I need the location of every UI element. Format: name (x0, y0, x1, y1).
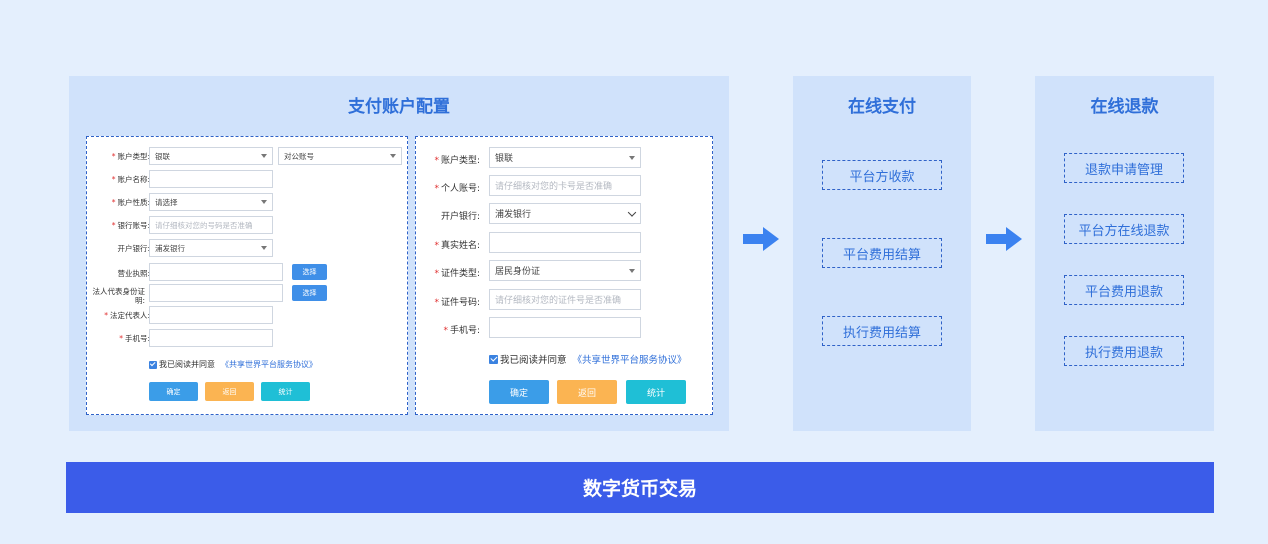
chevron-down-icon (627, 207, 637, 217)
open-bank-label: 开户银行: (117, 244, 150, 253)
account-name-label: * 账户名称: (111, 175, 150, 184)
id-type-select[interactable]: 居民身份证 (489, 260, 641, 281)
exec-fee-refund-option[interactable]: 执行费用退款 (1064, 336, 1184, 366)
platform-online-refund-option[interactable]: 平台方在线退款 (1064, 214, 1184, 244)
arrow-right-icon (743, 227, 779, 251)
phone-label: * 手机号: (443, 326, 480, 336)
caret-down-icon (261, 154, 267, 158)
bank-account-input[interactable]: 请仔细核对您的号码是否准确 (149, 216, 273, 234)
agreement-row: 我已阅读并同意 《共享世界平台服务协议》 (149, 359, 317, 370)
account-name-input[interactable] (149, 170, 273, 188)
caret-down-icon (261, 200, 267, 204)
real-name-input[interactable] (489, 232, 641, 253)
stats-button[interactable]: 统计 (626, 380, 686, 404)
business-license-input[interactable] (149, 263, 283, 281)
agreement-text: 我已阅读并同意 (500, 355, 567, 366)
phone-label: * 手机号: (119, 334, 150, 343)
arrow-right-icon (986, 227, 1022, 251)
legal-id-proof-input[interactable] (149, 284, 283, 302)
online-refund-panel: 在线退款 退款申请管理 平台方在线退款 平台费用退款 执行费用退款 (1035, 76, 1214, 431)
platform-collect-option[interactable]: 平台方收款 (822, 160, 942, 190)
agree-checkbox[interactable] (149, 360, 157, 369)
id-number-input[interactable]: 请仔细核对您的证件号是否准确 (489, 289, 641, 310)
agreement-link[interactable]: 《共享世界平台服务协议》 (573, 352, 687, 366)
account-type-select[interactable]: 银联 (489, 147, 641, 168)
real-name-label: * 真实姓名: (434, 241, 480, 251)
caret-down-icon (390, 154, 396, 158)
agreement-link[interactable]: 《共享世界平台服务协议》 (221, 359, 317, 370)
agreement-text: 我已阅读并同意 (159, 360, 215, 369)
caret-down-icon (261, 246, 267, 250)
legal-rep-input[interactable] (149, 306, 273, 324)
account-config-panel: 支付账户配置 * 账户类型: 银联 对公账号 * 账户名称: * 账户性质: 请选择 (69, 76, 729, 431)
platform-fee-settle-option[interactable]: 平台费用结算 (822, 238, 942, 268)
form-small: * 账户类型: 银联 对公账号 * 账户名称: * 账户性质: 请选择 * 银行账号: … (86, 136, 408, 415)
refund-apply-manage-option[interactable]: 退款申请管理 (1064, 153, 1184, 183)
business-license-label: 营业执照: (117, 269, 150, 278)
stats-button[interactable]: 统计 (261, 382, 310, 401)
business-license-pick-button[interactable]: 选择 (292, 264, 327, 280)
platform-fee-refund-option[interactable]: 平台费用退款 (1064, 275, 1184, 305)
account-nature-label: * 账户性质: (111, 198, 150, 207)
id-number-label: * 证件号码: (434, 298, 480, 308)
bar-label: 数字货币交易 (582, 478, 697, 500)
agree-checkbox[interactable] (489, 354, 498, 364)
open-bank-select[interactable]: 浦发银行 (489, 203, 641, 224)
digital-currency-bar: 数字货币交易 (66, 462, 1214, 513)
panel-title: 在线支付 (848, 97, 916, 117)
account-type-select[interactable]: 银联 (149, 147, 273, 165)
account-kind-select[interactable]: 对公账号 (278, 147, 402, 165)
panel-title: 支付账户配置 (348, 97, 450, 117)
id-type-label: * 证件类型: (434, 269, 480, 279)
personal-account-label: * 个人账号: (434, 184, 480, 194)
back-button[interactable]: 返回 (205, 382, 254, 401)
form-large: * 账户类型: 银联 * 个人账号: 请仔细核对您的卡号是否准确 开户银行: 浦发银… (415, 136, 713, 415)
confirm-button[interactable]: 确定 (489, 380, 549, 404)
exec-fee-settle-option[interactable]: 执行费用结算 (822, 316, 942, 346)
agreement-row: 我已阅读并同意 《共享世界平台服务协议》 (489, 352, 687, 366)
phone-input[interactable] (489, 317, 641, 338)
legal-id-proof-label: 法人代表身份证明: (92, 287, 146, 305)
account-nature-select[interactable]: 请选择 (149, 193, 273, 211)
back-button[interactable]: 返回 (557, 380, 617, 404)
phone-input[interactable] (149, 329, 273, 347)
legal-id-proof-pick-button[interactable]: 选择 (292, 285, 327, 301)
caret-down-icon (629, 155, 635, 160)
bank-account-label: * 银行账号: (111, 221, 150, 230)
online-pay-panel: 在线支付 平台方收款 平台费用结算 执行费用结算 (793, 76, 971, 431)
open-bank-label: 开户银行: (440, 212, 480, 222)
account-type-label: * 账户类型: (434, 156, 480, 166)
account-type-label: * 账户类型: (111, 152, 150, 161)
personal-account-input[interactable]: 请仔细核对您的卡号是否准确 (489, 175, 641, 196)
caret-down-icon (629, 268, 635, 273)
legal-rep-label: * 法定代表人: (104, 311, 150, 320)
confirm-button[interactable]: 确定 (149, 382, 198, 401)
open-bank-select[interactable]: 浦发银行 (149, 239, 273, 257)
panel-title: 在线退款 (1090, 97, 1159, 117)
